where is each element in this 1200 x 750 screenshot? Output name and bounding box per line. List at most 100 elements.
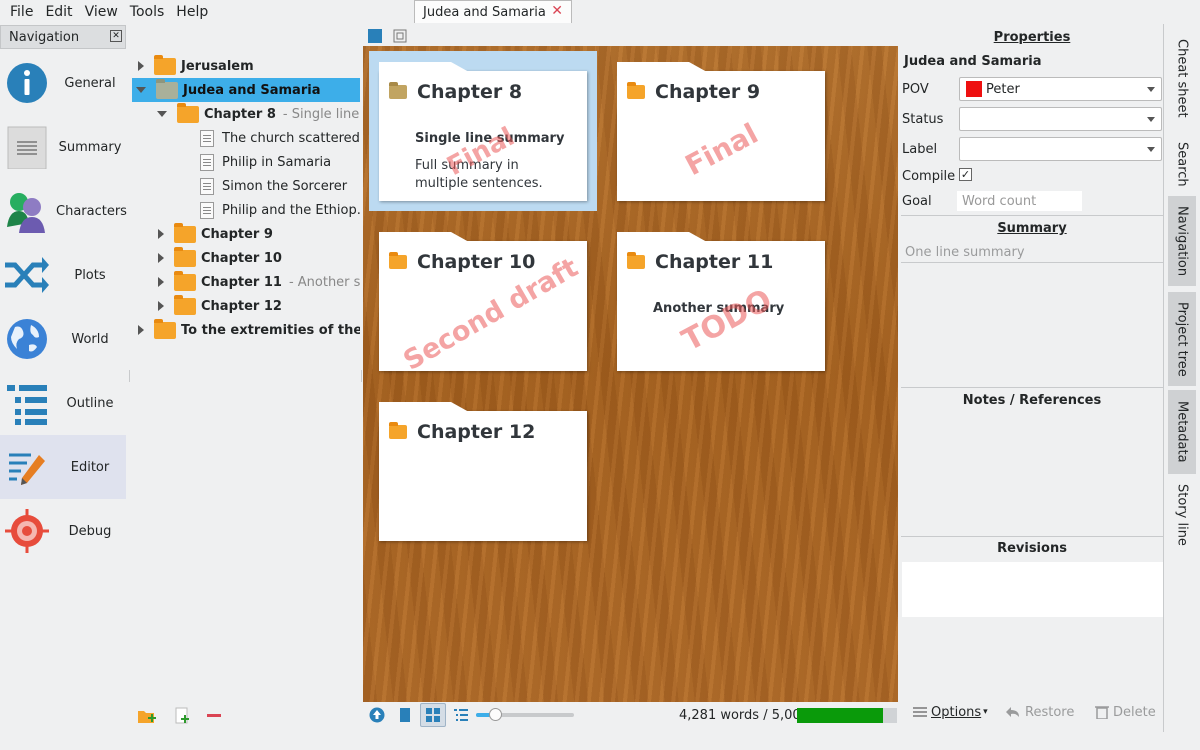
options-icon	[913, 707, 927, 717]
add-document-icon[interactable]	[173, 706, 193, 726]
options-button[interactable]: Options ▾	[913, 702, 988, 722]
nav-item-plots[interactable]: Plots	[0, 243, 126, 307]
card-header: Chapter 8	[389, 81, 522, 103]
chevron-down-icon	[1147, 147, 1155, 152]
expand-arrow-icon[interactable]	[158, 301, 164, 311]
nav-item-label: Characters	[56, 203, 127, 219]
card-title: Chapter 10	[417, 251, 536, 273]
summary-input[interactable]: One line summary	[905, 240, 1025, 264]
zoom-slider[interactable]	[476, 708, 574, 721]
menu-file[interactable]: File	[4, 4, 39, 20]
word-goal-progress-fill	[797, 708, 883, 723]
plots-icon	[5, 257, 49, 293]
folder-icon	[174, 270, 196, 291]
tree-row-chapter-9[interactable]: Chapter 9	[156, 222, 360, 246]
expand-arrow-icon[interactable]	[138, 61, 144, 71]
nav-item-general[interactable]: General	[0, 51, 126, 115]
options-dropdown-icon: ▾	[983, 707, 988, 717]
tree-row-doc[interactable]: Philip in Samaria	[200, 150, 360, 174]
tree-row-chapter-11[interactable]: Chapter 11 - Another sur	[156, 270, 360, 294]
card-status-stamp: TODO	[676, 282, 778, 359]
restore-button[interactable]: Restore	[1005, 702, 1074, 722]
tree-row-judea-samaria[interactable]: Judea and Samaria	[132, 78, 360, 102]
outline-icon	[7, 385, 47, 425]
menu-tools[interactable]: Tools	[124, 4, 171, 20]
text-view-icon[interactable]	[399, 707, 411, 723]
add-folder-icon[interactable]	[137, 706, 157, 726]
card-chapter-9[interactable]: Chapter 9 Final	[617, 62, 825, 201]
tab-navigation[interactable]: Navigation	[1168, 196, 1196, 286]
fullscreen-icon[interactable]	[393, 29, 407, 43]
revisions-list[interactable]	[902, 562, 1163, 617]
tab-project-tree[interactable]: Project tree	[1168, 292, 1196, 386]
nav-item-editor[interactable]: Editor	[0, 435, 126, 499]
tree-row-jerusalem[interactable]: Jerusalem	[132, 54, 360, 78]
tab-story-line[interactable]: Story line	[1168, 480, 1196, 550]
label-select[interactable]	[959, 137, 1162, 161]
expand-arrow-icon[interactable]	[158, 277, 164, 287]
nav-item-summary[interactable]: Summary	[0, 115, 126, 179]
summary-title: Summary	[997, 221, 1067, 236]
tree-row-chapter-12[interactable]: Chapter 12	[156, 294, 360, 318]
nav-item-label: Outline	[66, 395, 114, 411]
tab-search[interactable]: Search	[1168, 132, 1196, 196]
delete-button[interactable]: Delete	[1095, 702, 1156, 722]
folder-icon	[627, 252, 645, 269]
card-header: Chapter 12	[389, 421, 535, 443]
tree-row-extremities[interactable]: To the extremities of the ...	[132, 318, 360, 342]
remove-icon[interactable]	[205, 706, 223, 726]
card-tab	[379, 62, 469, 72]
pov-value: Peter	[986, 81, 1020, 97]
right-dock-tabs: Cheat sheet Search Navigation Project tr…	[1166, 24, 1196, 732]
editor-tabbar	[363, 24, 898, 46]
outline-view-icon[interactable]	[454, 708, 468, 722]
tab-judea-samaria[interactable]: Judea and Samaria ✕	[414, 0, 572, 23]
expand-arrow-icon[interactable]	[138, 325, 144, 335]
card-chapter-12[interactable]: Chapter 12	[379, 402, 587, 541]
status-select[interactable]	[959, 107, 1162, 131]
tree-row-label: Chapter 8	[204, 106, 276, 122]
expand-arrow-icon[interactable]	[158, 229, 164, 239]
go-up-icon[interactable]	[369, 707, 385, 723]
tree-row-chapter-10[interactable]: Chapter 10	[156, 246, 360, 270]
close-tab-icon[interactable]: ✕	[551, 3, 563, 19]
expand-arrow-icon[interactable]	[158, 253, 164, 263]
menu-view[interactable]: View	[79, 4, 124, 20]
collapse-arrow-icon[interactable]	[157, 111, 167, 117]
close-icon[interactable]: ✕	[110, 30, 122, 42]
card-chapter-11[interactable]: Chapter 11 Another summary TODO	[617, 232, 825, 371]
nav-item-outline[interactable]: Outline	[0, 371, 126, 435]
menu-edit[interactable]: Edit	[39, 4, 78, 20]
folder-icon	[156, 78, 178, 99]
tab-cheat-sheet[interactable]: Cheat sheet	[1168, 28, 1196, 128]
tab-metadata[interactable]: Metadata	[1168, 390, 1196, 474]
menu-help[interactable]: Help	[170, 4, 214, 20]
distraction-free-icon[interactable]	[368, 29, 382, 43]
card-chapter-10[interactable]: Chapter 10 Second draft	[379, 232, 587, 377]
info-icon	[7, 63, 47, 103]
tree-row-doc[interactable]: The church scattered	[200, 126, 360, 150]
grid-icon	[426, 708, 440, 722]
revisions-title: Revisions	[997, 541, 1067, 556]
chevron-down-icon	[1147, 87, 1155, 92]
tree-row-doc[interactable]: Simon the Sorcerer	[200, 174, 360, 198]
nav-item-world[interactable]: World	[0, 307, 126, 371]
tree-row-label: Chapter 11	[201, 274, 282, 290]
compile-checkbox[interactable]: ✓	[959, 168, 972, 181]
zoom-slider-handle[interactable]	[489, 708, 502, 721]
card-title: Chapter 11	[655, 251, 774, 273]
collapse-arrow-icon[interactable]	[136, 87, 146, 93]
tree-row-doc[interactable]: Philip and the Ethiop...	[200, 198, 360, 222]
nav-item-characters[interactable]: Characters	[0, 179, 127, 243]
pov-label: POV	[902, 81, 929, 97]
document-icon	[200, 201, 214, 219]
pov-select[interactable]: Peter	[959, 77, 1162, 101]
goal-input[interactable]: Word count	[957, 191, 1082, 211]
tree-row-chapter-8[interactable]: Chapter 8 - Single line su	[156, 102, 360, 126]
nav-item-debug[interactable]: Debug	[0, 499, 126, 563]
corkboard-view-button[interactable]	[420, 703, 446, 727]
card-chapter-8[interactable]: Chapter 8 Single line summary Full summa…	[379, 62, 587, 201]
corkboard: Chapter 8 Single line summary Full summa…	[363, 46, 898, 702]
vtab-label: Metadata	[1174, 401, 1190, 463]
nav-item-label: General	[64, 75, 116, 91]
